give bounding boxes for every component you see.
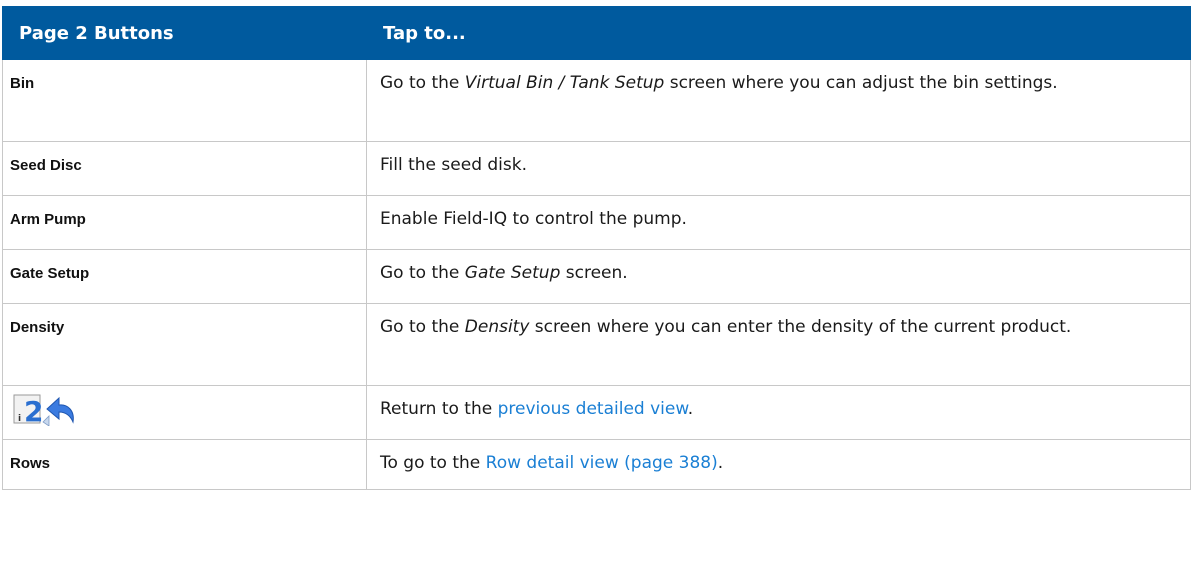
description-text: screen.: [560, 263, 628, 283]
button-description: Fill the seed disk.: [366, 141, 1191, 196]
screen-name: Virtual Bin / Tank Setup: [464, 73, 665, 93]
button-name: Seed Disc: [2, 141, 367, 196]
button-description: To go to the Row detail view (page 388).: [366, 439, 1191, 490]
table-header-row: Page 2 Buttons Tap to...: [2, 6, 1191, 60]
button-description: Enable Field-IQ to control the pump.: [366, 195, 1191, 250]
description-text: To go to the: [380, 453, 486, 473]
description-text: screen where you can enter the density o…: [529, 317, 1072, 337]
svg-text:i: i: [18, 414, 21, 424]
button-name: Rows: [2, 439, 367, 490]
table-row: Rows To go to the Row detail view (page …: [2, 439, 1191, 490]
column-header-tap-to: Tap to...: [366, 6, 1191, 60]
button-description: Go to the Virtual Bin / Tank Setup scree…: [366, 59, 1191, 142]
button-name: Bin: [2, 59, 367, 142]
button-description: Go to the Density screen where you can e…: [366, 303, 1191, 386]
button-name: Arm Pump: [2, 195, 367, 250]
screen-name: Gate Setup: [464, 263, 561, 283]
button-description: Return to the previous detailed view.: [366, 385, 1191, 440]
description-text: Return to the: [380, 399, 498, 419]
table-row: Density Go to the Density screen where y…: [2, 303, 1191, 386]
row-detail-view-link[interactable]: Row detail view (page 388): [486, 453, 718, 473]
table-row: Bin Go to the Virtual Bin / Tank Setup s…: [2, 59, 1191, 142]
description-text: screen where you can adjust the bin sett…: [664, 73, 1058, 93]
table-row: i 2 Return to the previous detailed view…: [2, 385, 1191, 440]
table-row: Arm Pump Enable Field-IQ to control the …: [2, 195, 1191, 250]
page-number-digit: 2: [24, 395, 43, 426]
button-description: Go to the Gate Setup screen.: [366, 249, 1191, 304]
description-text: .: [687, 399, 694, 419]
description-text: Go to the: [380, 73, 465, 93]
description-text: Go to the: [380, 263, 465, 283]
screen-name: Density: [464, 317, 530, 337]
button-name: Density: [2, 303, 367, 386]
table-row: Seed Disc Fill the seed disk.: [2, 141, 1191, 196]
buttons-table: Page 2 Buttons Tap to... Bin Go to the V…: [2, 6, 1191, 490]
description-text: Go to the: [380, 317, 465, 337]
button-name: Gate Setup: [2, 249, 367, 304]
description-text: .: [717, 453, 724, 473]
column-header-buttons: Page 2 Buttons: [2, 6, 367, 60]
previous-detailed-view-link[interactable]: previous detailed view: [498, 399, 688, 419]
page-2-back-icon: i 2: [13, 392, 91, 428]
table-row: Gate Setup Go to the Gate Setup screen.: [2, 249, 1191, 304]
button-icon-cell: i 2: [2, 385, 367, 440]
